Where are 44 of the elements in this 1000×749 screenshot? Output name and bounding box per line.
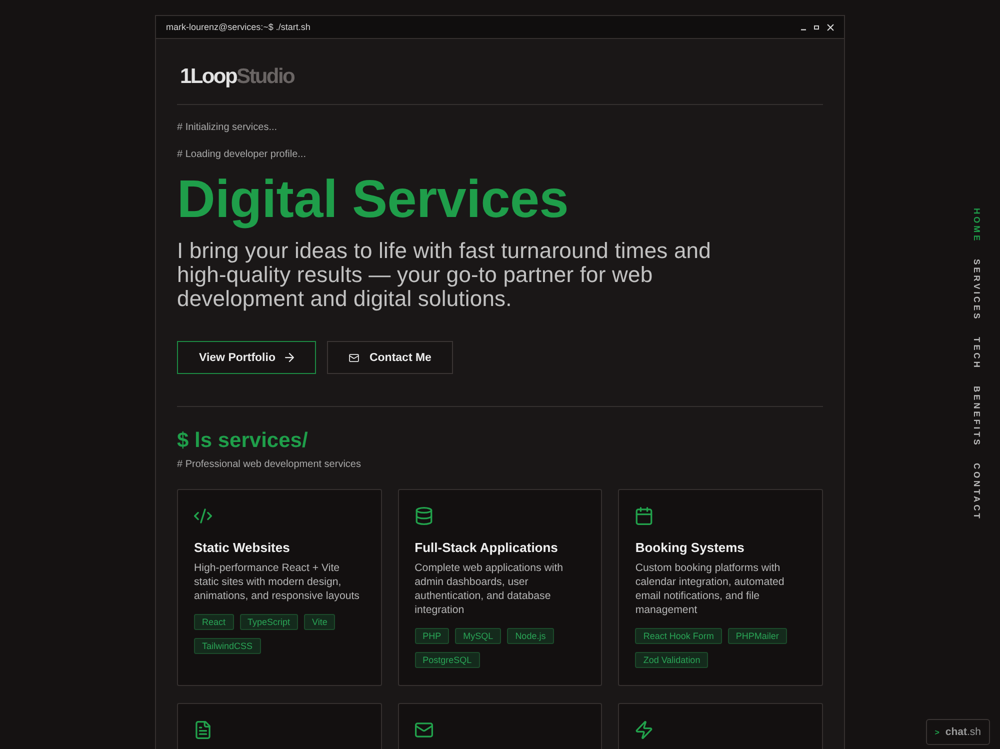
- document-icon: [194, 721, 212, 739]
- hero-heading: Digital Services: [177, 170, 570, 230]
- tech-tag: MySQL: [455, 628, 502, 644]
- tech-tag: Vite: [304, 614, 336, 630]
- minimize-icon[interactable]: [801, 28, 806, 30]
- maximize-icon[interactable]: [814, 24, 819, 30]
- tech-tag: TypeScript: [240, 614, 298, 630]
- arrow-right-icon: [285, 353, 294, 362]
- tech-tag: React Hook Form: [635, 628, 722, 644]
- card-description: Complete web applications with admin dashboards, user authentication, and database integration: [414, 561, 564, 617]
- hero-description: I bring your ideas to life with fast turnaround times and high-quality results — your go-to partner for web development and digital solutions.: [177, 239, 712, 311]
- envelope-icon: [414, 721, 433, 739]
- tech-tag: PostgreSQL: [414, 652, 480, 668]
- calendar-icon: [635, 507, 654, 525]
- tech-tag: TailwindCSS: [194, 638, 261, 654]
- tech-tag: Node.js: [507, 628, 554, 644]
- nav-link[interactable]: HOME: [971, 208, 983, 244]
- contact-button[interactable]: Contact Me: [327, 341, 454, 374]
- card-title: Full-Stack Applications: [414, 540, 559, 556]
- nav-link[interactable]: CONTACT: [971, 463, 983, 521]
- nav-link[interactable]: BENEFITS: [971, 386, 983, 448]
- nav-link[interactable]: TECH: [971, 337, 983, 370]
- tech-tag: PHPMailer: [728, 628, 787, 644]
- boot-line: # Loading developer profile...: [177, 149, 307, 161]
- card-description: Custom booking platforms with calendar integration, automated email notifications, and file management: [635, 561, 786, 617]
- card-description: High-performance React + Vite static sites with modern design, animations, and responsive layouts: [194, 561, 360, 603]
- boot-line: # Initializing services...: [177, 122, 278, 134]
- window-title: mark-lourenz@services:~$ ./start.sh: [166, 22, 310, 32]
- database-icon: [414, 507, 433, 525]
- nav-link[interactable]: SERVICES: [971, 259, 983, 322]
- close-icon[interactable]: [827, 24, 834, 30]
- tech-tag: Zod Validation: [635, 652, 708, 668]
- card-title: Booking Systems: [635, 540, 746, 556]
- section-comment: # Professional web development services: [177, 459, 362, 471]
- chat-button[interactable]: > chat.sh: [926, 719, 990, 745]
- mail-icon: [349, 354, 360, 362]
- card-title: Static Websites: [194, 540, 291, 556]
- logo-wordmark[interactable]: 1LoopStudio: [180, 65, 294, 89]
- lightning-icon: [635, 721, 654, 739]
- view-portfolio-button[interactable]: View Portfolio: [177, 341, 316, 374]
- tech-tag: React: [194, 614, 234, 630]
- tech-tag: PHP: [414, 628, 450, 644]
- code-icon: [194, 507, 212, 525]
- section-command: $ ls services/: [177, 428, 309, 454]
